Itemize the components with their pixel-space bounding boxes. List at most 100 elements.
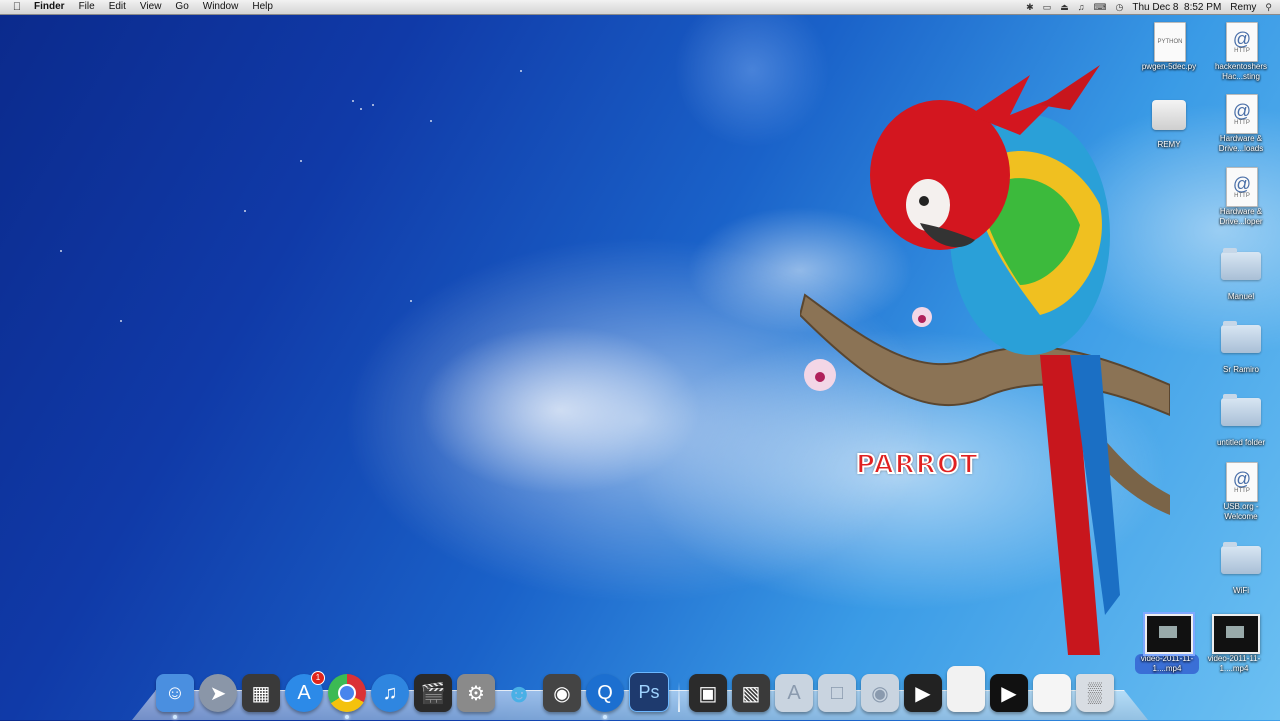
dock-stack-applications[interactable]: A xyxy=(775,674,813,712)
desktop-icon-remy-disk[interactable]: REMY xyxy=(1137,94,1201,150)
messenger-icon: ☻ xyxy=(505,677,533,708)
dock-chrome[interactable] xyxy=(328,674,366,719)
photoshop-icon: Ps xyxy=(638,681,660,702)
chrome-icon xyxy=(338,684,356,702)
desktop-icon-hardware-drive-loads[interactable]: @ HTTP Hardware & Drive...loads xyxy=(1209,94,1273,154)
desktop-icon-video-2[interactable]: video-2011-11-1....mp4 xyxy=(1202,614,1266,674)
clock[interactable]: Thu Dec 8 8:52 PM xyxy=(1132,2,1221,13)
dock-stack-screenshot[interactable]: ▣ xyxy=(689,674,727,712)
documents-stack-icon: □ xyxy=(830,681,844,704)
dock-final-cut-pro[interactable]: 🎬 xyxy=(414,674,452,712)
trash-icon: ▒ xyxy=(1087,681,1103,704)
final-cut-icon: 🎬 xyxy=(420,682,446,705)
desktop-icon-sr-ramiro[interactable]: Sr Ramiro xyxy=(1209,317,1273,375)
dock-itunes[interactable]: ♫ xyxy=(371,674,409,712)
dock-quicktime[interactable]: Q xyxy=(586,674,624,719)
webloc-icon: @ HTTP xyxy=(1226,22,1258,62)
facetime-icon: ◉ xyxy=(553,682,571,705)
desktop-icon-label: video-2011-11-1....mp4 xyxy=(1135,654,1199,674)
desktop-icon-hardware-drive-loper[interactable]: @ HTTP Hardware & Drive...loper xyxy=(1209,167,1273,227)
menu-go[interactable]: Go xyxy=(175,0,188,14)
menu-bar:  Finder File Edit View Go Window Help ✱… xyxy=(0,0,1280,15)
system-preferences-icon: ⚙ xyxy=(467,682,485,705)
desktop-icon-label: REMY xyxy=(1157,140,1181,149)
dock-photoshop[interactable]: Ps xyxy=(629,672,669,712)
folder-icon xyxy=(1221,542,1261,574)
dock: ☺ ➤ ▦ A1 ♫ 🎬 ⚙ ☻ ◉ Q Ps ▣ ▧ A □ ◉ ▶ ▶ ▒ xyxy=(156,664,1114,719)
dock-stack-downloads[interactable]: ◉ xyxy=(861,674,899,712)
desktop-icon-label: USB.org - Welcome xyxy=(1223,502,1259,521)
desktop-icon-label: pwgen-5dec.py xyxy=(1141,62,1197,71)
app-store-icon: A xyxy=(297,681,311,704)
launchpad-icon: ➤ xyxy=(209,682,227,705)
desktop-icon-hackentoshers[interactable]: @ HTTP hackentoshers Hac...sting xyxy=(1209,22,1273,82)
webloc-icon: @ HTTP xyxy=(1226,462,1258,502)
dock-mission-control[interactable]: ▦ xyxy=(242,674,280,712)
desktop-icon-video-1[interactable]: video-2011-11-1....mp4 xyxy=(1135,612,1199,674)
airplay-icon[interactable]: ▭ xyxy=(1043,2,1052,13)
desktop-icon-label: video-2011-11-1....mp4 xyxy=(1207,654,1261,673)
user-menu[interactable]: Remy xyxy=(1230,2,1256,13)
desktop-icon-pwgen[interactable]: PYTHON pwgen-5dec.py xyxy=(1137,22,1201,72)
video-thumbnail-icon xyxy=(1212,614,1260,654)
desktop-icon-label: Sr Ramiro xyxy=(1222,365,1259,374)
image-stack-icon: ▣ xyxy=(698,682,718,705)
desktop-icon-label: Manuel xyxy=(1227,292,1255,301)
applications-stack-icon: A xyxy=(787,681,801,704)
eject-icon[interactable]: ⏏ xyxy=(1060,2,1069,13)
dock-app-store[interactable]: A1 xyxy=(285,671,325,712)
desktop-icon-manuel[interactable]: Manuel xyxy=(1209,244,1273,302)
time-machine-icon[interactable]: ◷ xyxy=(1115,2,1123,13)
folder-icon xyxy=(1221,248,1261,280)
desktop-icon-wifi[interactable]: WiFi xyxy=(1209,538,1273,596)
mission-control-icon: ▦ xyxy=(251,682,271,705)
folder-stack-icon: ▧ xyxy=(741,682,761,705)
desktop-icon-label: untitled folder xyxy=(1216,438,1266,447)
desktop-icon-label: hackentoshers Hac...sting xyxy=(1214,62,1268,81)
desktop-icon-usb-org[interactable]: @ HTTP USB.org - Welcome xyxy=(1209,462,1273,522)
video-stack-icon: ▶ xyxy=(1001,682,1017,705)
menu-edit[interactable]: Edit xyxy=(109,0,126,14)
dock-separator xyxy=(678,682,680,712)
desktop-icon-untitled-folder[interactable]: untitled folder xyxy=(1209,390,1273,448)
dock-stack-video-1[interactable]: ▶ xyxy=(904,674,942,712)
folder-icon xyxy=(1221,394,1261,426)
menu-window[interactable]: Window xyxy=(203,0,239,14)
dock-stack-documents[interactable]: □ xyxy=(818,674,856,712)
dock-finder[interactable]: ☺ xyxy=(156,674,194,719)
dock-stack-video-2[interactable]: ▶ xyxy=(990,674,1028,712)
finder-icon: ☺ xyxy=(164,681,186,704)
video-stack-icon: ▶ xyxy=(915,682,931,705)
menu-finder[interactable]: Finder xyxy=(34,0,65,14)
menu-view[interactable]: View xyxy=(140,0,162,14)
dock-launchpad[interactable]: ➤ xyxy=(199,674,237,712)
folder-icon xyxy=(1221,321,1261,353)
dock-facetime[interactable]: ◉ xyxy=(543,674,581,712)
desktop-icon-label: Hardware & Drive...loper xyxy=(1219,207,1263,226)
menu-help[interactable]: Help xyxy=(252,0,273,14)
bluetooth-icon[interactable]: ✱ xyxy=(1026,2,1034,13)
status-area: ✱ ▭ ⏏ ♫ ⌨ ◷ Thu Dec 8 8:52 PM Remy ⚲ xyxy=(1026,2,1272,13)
downloads-stack-icon: ◉ xyxy=(871,682,889,705)
hard-disk-icon xyxy=(1152,100,1186,130)
parrot-logo-text: PARROT xyxy=(855,449,979,481)
dock-messenger[interactable]: ☻ xyxy=(500,674,538,712)
keyboard-icon[interactable]: ⌨ xyxy=(1093,2,1106,13)
parrot-illustration xyxy=(800,65,1170,655)
menu-file[interactable]: File xyxy=(79,0,95,14)
dock-system-preferences[interactable]: ⚙ xyxy=(457,674,495,712)
notification-badge: 1 xyxy=(311,671,325,685)
dock-stack-document-2[interactable] xyxy=(1033,674,1071,712)
python-file-icon: PYTHON xyxy=(1154,22,1186,62)
dock-stack-document-1[interactable] xyxy=(947,666,985,712)
apple-menu-icon[interactable]:  xyxy=(10,0,24,14)
quicktime-icon: Q xyxy=(597,681,613,704)
dock-stack-folder[interactable]: ▧ xyxy=(732,674,770,712)
dock-trash[interactable]: ▒ xyxy=(1076,674,1114,712)
video-thumbnail-icon xyxy=(1143,612,1195,656)
volume-icon[interactable]: ♫ xyxy=(1078,2,1085,12)
desktop-icon-label: WiFi xyxy=(1233,586,1249,595)
spotlight-icon[interactable]: ⚲ xyxy=(1265,2,1272,13)
desktop-icon-label: Hardware & Drive...loads xyxy=(1218,134,1264,153)
itunes-icon: ♫ xyxy=(382,681,398,704)
